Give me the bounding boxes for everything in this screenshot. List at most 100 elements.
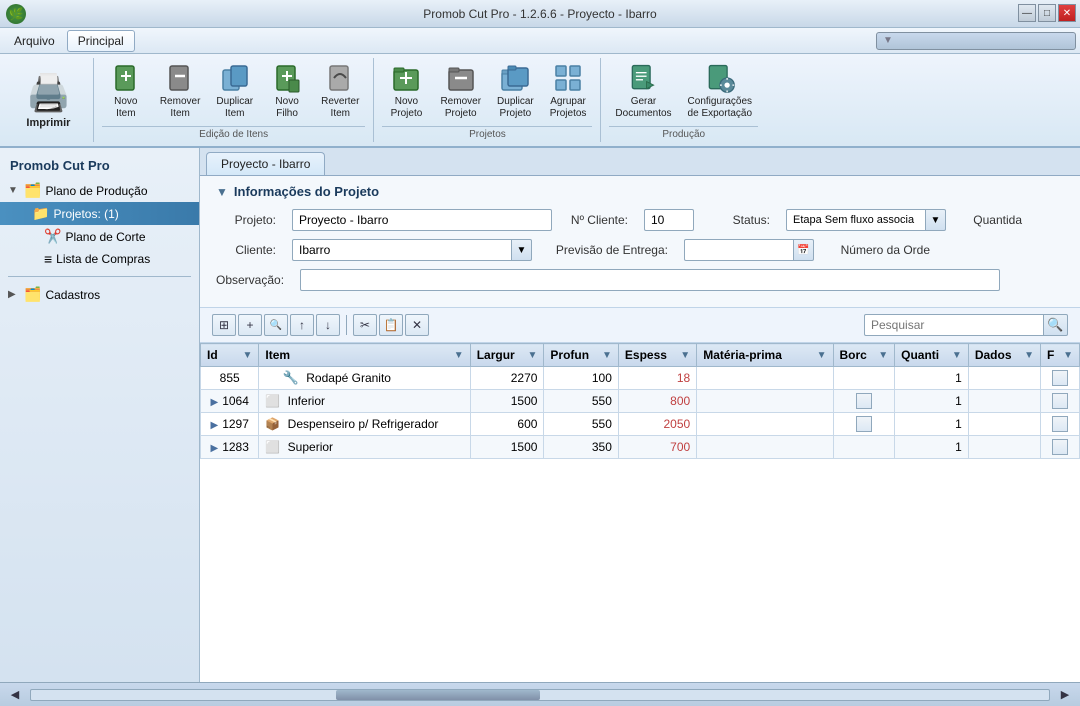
checkbox-f[interactable] <box>1052 370 1068 386</box>
close-button[interactable]: ✕ <box>1058 4 1076 22</box>
duplicar-projeto-button[interactable]: DuplicarProjeto <box>491 58 540 124</box>
toolbar-add-btn[interactable]: + <box>238 314 262 336</box>
cell-largur: 1500 <box>470 436 544 459</box>
filter-f[interactable]: ▼ <box>1063 350 1073 361</box>
agrupar-projetos-button[interactable]: AgruparProjetos <box>544 58 593 124</box>
expand-button[interactable]: ▶ <box>210 420 218 431</box>
table-row[interactable]: ▶1064 ⬜ Inferior 1500 550 800 1 <box>201 390 1080 413</box>
window-title: Promob Cut Pro - 1.2.6.6 - Proyecto - Ib… <box>423 7 656 21</box>
toolbar-edit-btn[interactable]: 🔍 <box>264 314 288 336</box>
window-controls[interactable]: — □ ✕ <box>1018 4 1076 22</box>
novo-projeto-icon <box>390 62 422 94</box>
search-input[interactable] <box>864 314 1044 336</box>
expand-button[interactable]: ▶ <box>210 443 218 454</box>
remover-projeto-button[interactable]: RemoverProjeto <box>434 58 487 124</box>
reverter-item-icon <box>324 62 356 94</box>
previsao-date-wrap: 📅 <box>684 239 814 261</box>
expand-button[interactable]: ▶ <box>210 397 218 408</box>
remover-item-button[interactable]: RemoverItem <box>154 58 207 124</box>
title-bar: Promob Cut Pro - 1.2.6.6 - Proyecto - Ib… <box>0 0 1080 28</box>
no-cliente-input[interactable] <box>644 209 694 231</box>
col-borc: Borc ▼ <box>833 344 895 367</box>
sidebar-item-lista-compras[interactable]: ≡ Lista de Compras <box>0 248 199 270</box>
filter-espess[interactable]: ▼ <box>680 350 690 361</box>
tab-proyecto-ibarro[interactable]: Proyecto - Ibarro <box>206 152 325 175</box>
filter-materia[interactable]: ▼ <box>817 350 827 361</box>
toolbar-copy-btn[interactable]: 📋 <box>379 314 403 336</box>
main-layout: Promob Cut Pro ▼ 🗂️ Plano de Produção 📁 … <box>0 148 1080 682</box>
cell-materia <box>697 367 833 390</box>
observacao-input[interactable] <box>300 269 1000 291</box>
table-row[interactable]: ▶1297 📦 Despenseiro p/ Refrigerador 600 … <box>201 413 1080 436</box>
toolbar-down-btn[interactable]: ↓ <box>316 314 340 336</box>
sidebar-item-plano-producao[interactable]: ▼ 🗂️ Plano de Produção <box>0 179 199 202</box>
calendar-btn[interactable]: 📅 <box>794 239 814 261</box>
sidebar-divider <box>8 276 191 277</box>
col-quanti: Quanti ▼ <box>895 344 969 367</box>
projeto-input[interactable] <box>292 209 552 231</box>
item-name: Rodapé Granito <box>306 371 391 385</box>
horizontal-scrollbar[interactable] <box>30 689 1050 701</box>
search-button[interactable]: 🔍 <box>1044 314 1068 336</box>
cell-profun: 100 <box>544 367 618 390</box>
sidebar-item-projetos[interactable]: 📁 Projetos: (1) <box>0 202 199 225</box>
filter-dados[interactable]: ▼ <box>1024 350 1034 361</box>
table-row[interactable]: 855 🔧 Rodapé Granito 2270 100 18 1 <box>201 367 1080 390</box>
minimize-button[interactable]: — <box>1018 4 1036 22</box>
filter-id[interactable]: ▼ <box>242 350 252 361</box>
item-name: Despenseiro p/ Refrigerador <box>288 417 439 431</box>
previsao-input[interactable] <box>684 239 794 261</box>
filter-quanti[interactable]: ▼ <box>952 350 962 361</box>
row-icon: 📦 <box>265 417 280 431</box>
cliente-label: Cliente: <box>216 243 276 257</box>
agrupar-projetos-label: AgruparProjetos <box>550 96 587 120</box>
novo-item-button[interactable]: NovoItem <box>102 58 150 124</box>
section-toggle-icon: ▼ <box>216 185 228 199</box>
checkbox-f[interactable] <box>1052 393 1068 409</box>
novo-projeto-button[interactable]: NovoProjeto <box>382 58 430 124</box>
cell-id: 855 <box>201 367 259 390</box>
menu-principal[interactable]: Principal <box>67 30 135 52</box>
section-header[interactable]: ▼ Informações do Projeto <box>216 184 1064 199</box>
checkbox-f[interactable] <box>1052 439 1068 455</box>
plano-producao-label: Plano de Produção <box>45 184 147 198</box>
quick-access-bar[interactable]: ▼ <box>876 32 1076 50</box>
maximize-button[interactable]: □ <box>1038 4 1056 22</box>
data-table-wrap: Id ▼ Item ▼ Largur <box>200 343 1080 682</box>
duplicar-item-button[interactable]: DuplicarItem <box>210 58 259 124</box>
item-name: Inferior <box>288 394 325 408</box>
gerar-documentos-button[interactable]: GerarDocumentos <box>609 58 677 124</box>
filter-borc[interactable]: ▼ <box>878 350 888 361</box>
col-id: Id ▼ <box>201 344 259 367</box>
status-input[interactable] <box>786 209 926 231</box>
filter-item[interactable]: ▼ <box>454 350 464 361</box>
sidebar-item-cadastros[interactable]: ▶ 🗂️ Cadastros <box>0 283 199 306</box>
toolbar-up-btn[interactable]: ↑ <box>290 314 314 336</box>
toolbar-cut-btn[interactable]: ✂ <box>353 314 377 336</box>
novo-filho-button[interactable]: NovoFilho <box>263 58 311 124</box>
toolbar-grid-btn[interactable]: ⊞ <box>212 314 236 336</box>
cliente-input[interactable] <box>292 239 512 261</box>
checkbox-borc[interactable] <box>856 416 872 432</box>
lista-compras-label: Lista de Compras <box>56 252 150 266</box>
scroll-right-btn[interactable]: ▶ <box>1058 688 1072 701</box>
toolbar-clear-btn[interactable]: ✕ <box>405 314 429 336</box>
col-f: F ▼ <box>1041 344 1080 367</box>
reverter-item-button[interactable]: ReverterItem <box>315 58 365 124</box>
filter-profun[interactable]: ▼ <box>602 350 612 361</box>
gerar-documentos-label: GerarDocumentos <box>615 96 671 120</box>
checkbox-borc[interactable] <box>856 393 872 409</box>
ribbon-group-projetos: NovoProjeto RemoverProjeto DuplicarProje… <box>374 58 601 142</box>
sidebar-item-plano-corte[interactable]: ✂️ Plano de Corte <box>0 225 199 248</box>
cliente-dropdown-btn[interactable]: ▼ <box>512 239 532 261</box>
producao-label: Produção <box>609 126 758 142</box>
config-exportacao-button[interactable]: Configuraçõesde Exportação <box>682 58 759 124</box>
table-row[interactable]: ▶1283 ⬜ Superior 1500 350 700 1 <box>201 436 1080 459</box>
scroll-left-btn[interactable]: ◀ <box>8 688 22 701</box>
status-dropdown-btn[interactable]: ▼ <box>926 209 946 231</box>
filter-largur[interactable]: ▼ <box>528 350 538 361</box>
menu-arquivo[interactable]: Arquivo <box>4 31 65 51</box>
imprimir-button[interactable]: 🖨️ Imprimir <box>16 66 81 135</box>
checkbox-f[interactable] <box>1052 416 1068 432</box>
cadastros-icon: 🗂️ <box>24 286 41 303</box>
